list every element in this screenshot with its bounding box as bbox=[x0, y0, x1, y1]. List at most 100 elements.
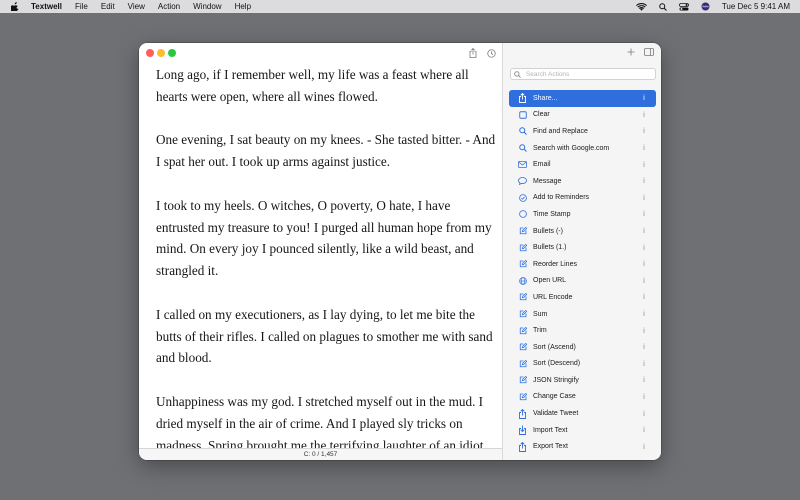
edit-icon bbox=[518, 343, 527, 352]
action-label: Share... bbox=[533, 94, 558, 102]
sidebar-header bbox=[503, 43, 661, 63]
control-center-icon[interactable] bbox=[678, 2, 689, 11]
menu-window[interactable]: Window bbox=[193, 0, 221, 13]
action-label: Reorder Lines bbox=[533, 260, 577, 268]
minimize-window-button[interactable] bbox=[157, 49, 165, 57]
globe-icon bbox=[518, 276, 527, 285]
sidebar-toggle-icon[interactable] bbox=[643, 46, 655, 58]
info-icon[interactable]: i bbox=[641, 277, 647, 285]
app-window: Long ago, if I remember well, my life wa… bbox=[139, 43, 661, 460]
action-item-bullets-1[interactable]: Bullets (1.) i bbox=[509, 239, 656, 256]
text-editor[interactable]: Long ago, if I remember well, my life wa… bbox=[156, 64, 496, 448]
action-item-open-url[interactable]: Open URL i bbox=[509, 273, 656, 290]
action-label: Trim bbox=[533, 327, 547, 335]
character-count: C: 0 / 1,457 bbox=[303, 451, 338, 458]
square-icon bbox=[518, 110, 527, 119]
menu-clock[interactable]: Tue Dec 5 9:41 AM bbox=[722, 0, 790, 13]
action-label: URL Encode bbox=[533, 293, 573, 301]
edit-icon bbox=[518, 376, 527, 385]
actions-sidebar: Share...iCleariFind and ReplaceiSearch w… bbox=[502, 43, 661, 460]
title-bar[interactable] bbox=[139, 43, 502, 63]
add-action-icon[interactable] bbox=[625, 46, 637, 58]
action-item-find-and-replace[interactable]: Find and Replace i bbox=[509, 123, 656, 140]
action-label: Bullets (1.) bbox=[533, 244, 567, 252]
wifi-icon[interactable] bbox=[635, 2, 647, 11]
siri-icon[interactable] bbox=[701, 2, 710, 11]
action-item-json-stringify[interactable]: JSON Stringify i bbox=[509, 372, 656, 389]
info-icon[interactable]: i bbox=[641, 327, 647, 335]
info-icon[interactable]: i bbox=[641, 410, 647, 418]
action-label: Validate Tweet bbox=[533, 410, 579, 418]
info-icon[interactable]: i bbox=[641, 94, 647, 102]
action-item-import-text[interactable]: Import Text i bbox=[509, 422, 656, 439]
action-label: Add to Reminders bbox=[533, 194, 590, 202]
menu-action[interactable]: Action bbox=[158, 0, 180, 13]
magnifier-icon bbox=[518, 127, 527, 136]
info-icon[interactable]: i bbox=[641, 293, 647, 301]
apple-logo-icon[interactable] bbox=[11, 2, 19, 11]
editor-paragraph: Long ago, if I remember well, my life wa… bbox=[156, 67, 469, 104]
search-icon bbox=[514, 70, 522, 78]
search-field[interactable] bbox=[510, 68, 656, 80]
spotlight-search-icon[interactable] bbox=[659, 2, 667, 11]
editor-paragraph: Unhappiness was my god. I stretched myse… bbox=[156, 393, 487, 448]
action-item-message[interactable]: Message i bbox=[509, 173, 656, 190]
action-item-sort-ascend[interactable]: Sort (Ascend) i bbox=[509, 339, 656, 356]
action-label: Import Text bbox=[533, 426, 568, 434]
info-icon[interactable]: i bbox=[641, 343, 647, 351]
info-icon[interactable]: i bbox=[641, 260, 647, 268]
action-item-url-encode[interactable]: URL Encode i bbox=[509, 289, 656, 306]
edit-icon bbox=[518, 359, 527, 368]
editor-pane: Long ago, if I remember well, my life wa… bbox=[139, 43, 502, 460]
info-icon[interactable]: i bbox=[641, 161, 647, 169]
info-icon[interactable]: i bbox=[641, 127, 647, 135]
action-label: Open URL bbox=[533, 277, 567, 285]
menu-edit[interactable]: Edit bbox=[101, 0, 115, 13]
info-icon[interactable]: i bbox=[641, 376, 647, 384]
action-item-export-text[interactable]: Export Text i bbox=[509, 438, 656, 455]
info-icon[interactable]: i bbox=[641, 210, 647, 218]
editor-paragraph: I took to my heels. O witches, O poverty… bbox=[156, 197, 492, 279]
envelope-icon bbox=[518, 160, 527, 169]
menu-view[interactable]: View bbox=[128, 0, 145, 13]
action-item-reorder-lines[interactable]: Reorder Lines i bbox=[509, 256, 656, 273]
action-item-change-case[interactable]: Change Case i bbox=[509, 389, 656, 406]
editor-paragraph: One evening, I sat beauty on my knees. -… bbox=[156, 132, 496, 170]
info-icon[interactable]: i bbox=[641, 310, 647, 318]
action-item-email[interactable]: Email i bbox=[509, 156, 656, 173]
close-window-button[interactable] bbox=[146, 49, 154, 57]
history-clock-icon[interactable] bbox=[485, 47, 497, 59]
menu-file[interactable]: File bbox=[75, 0, 88, 13]
action-item-search-with-google-com[interactable]: Search with Google.com i bbox=[509, 140, 656, 157]
zoom-window-button[interactable] bbox=[168, 49, 176, 57]
action-item-bullets[interactable]: Bullets (-) i bbox=[509, 223, 656, 240]
info-icon[interactable]: i bbox=[641, 194, 647, 202]
edit-icon bbox=[518, 310, 527, 319]
info-icon[interactable]: i bbox=[641, 244, 647, 252]
search-input[interactable] bbox=[525, 69, 655, 79]
action-label: JSON Stringify bbox=[533, 376, 579, 384]
share-icon bbox=[518, 93, 527, 104]
action-item-validate-tweet[interactable]: Validate Tweet i bbox=[509, 405, 656, 422]
action-item-share[interactable]: Share... i bbox=[509, 90, 656, 107]
info-icon[interactable]: i bbox=[641, 393, 647, 401]
info-icon[interactable]: i bbox=[641, 426, 647, 434]
action-item-time-stamp[interactable]: Time Stamp i bbox=[509, 206, 656, 223]
info-icon[interactable]: i bbox=[641, 177, 647, 185]
menu-help[interactable]: Help bbox=[235, 0, 251, 13]
action-item-add-to-reminders[interactable]: Add to Reminders i bbox=[509, 190, 656, 207]
action-label: Sort (Descend) bbox=[533, 360, 581, 368]
action-item-sort-descend[interactable]: Sort (Descend) i bbox=[509, 356, 656, 373]
action-item-trim[interactable]: Trim i bbox=[509, 322, 656, 339]
info-icon[interactable]: i bbox=[641, 111, 647, 119]
info-icon[interactable]: i bbox=[641, 360, 647, 368]
info-icon[interactable]: i bbox=[641, 443, 647, 451]
edit-icon bbox=[518, 227, 527, 236]
info-icon[interactable]: i bbox=[641, 227, 647, 235]
edit-icon bbox=[518, 260, 527, 269]
share-icon[interactable] bbox=[467, 47, 479, 59]
action-item-sum[interactable]: Sum i bbox=[509, 306, 656, 323]
menu-app-name[interactable]: Textwell bbox=[31, 0, 62, 13]
action-item-clear[interactable]: Clear i bbox=[509, 107, 656, 124]
info-icon[interactable]: i bbox=[641, 144, 647, 152]
